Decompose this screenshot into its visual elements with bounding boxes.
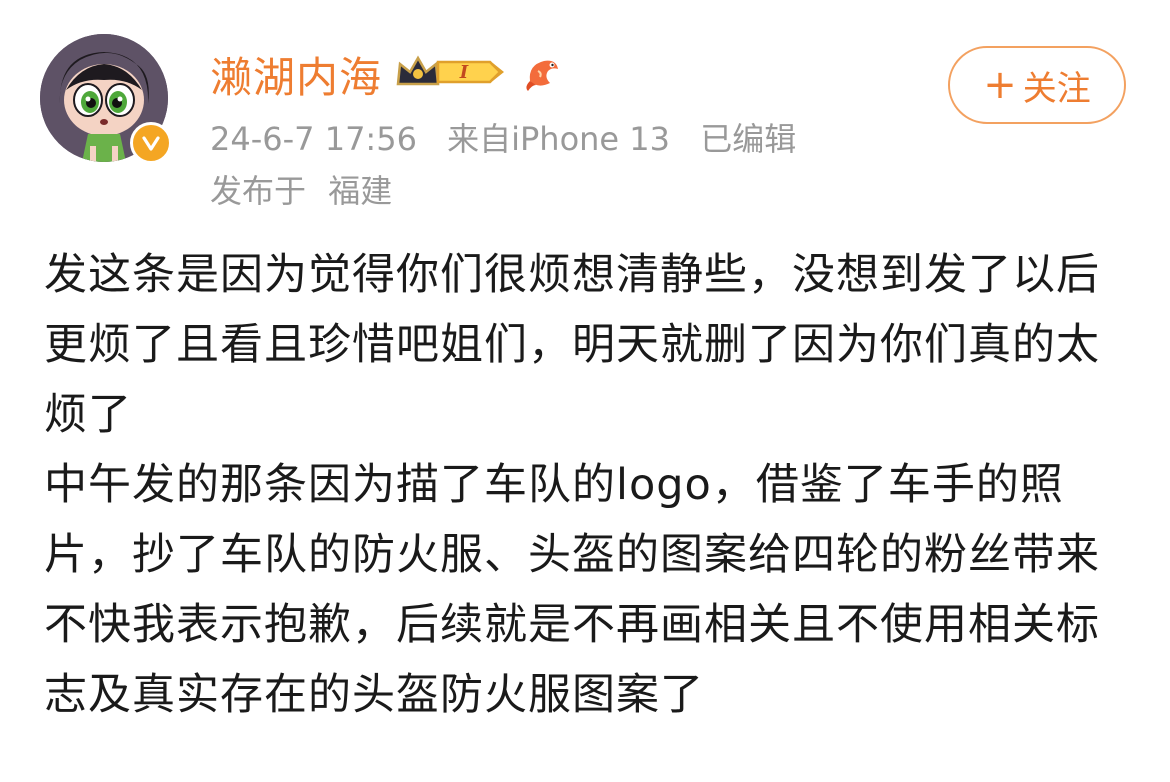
plus-icon: + bbox=[983, 62, 1017, 108]
post-meta: 24-6-7 17:56 来自iPhone 13 已编辑 bbox=[210, 114, 796, 160]
name-row: 濑湖内海 I bbox=[210, 46, 564, 102]
location-name: 福建 bbox=[328, 172, 393, 210]
follow-button[interactable]: + 关注 bbox=[948, 46, 1126, 124]
post-content: 发这条是因为觉得你们很烦想清静些，没想到发了以后更烦了且看且珍惜吧姐们，明天就删… bbox=[44, 240, 1134, 730]
post-timestamp: 24-6-7 17:56 bbox=[210, 120, 417, 158]
post-paragraph: 中午发的那条因为描了车队的logo，借鉴了车手的照片，抄了车队的防火服、头盔的图… bbox=[44, 460, 1100, 720]
avatar-container[interactable] bbox=[40, 34, 172, 164]
username[interactable]: 濑湖内海 bbox=[210, 44, 382, 105]
post-paragraph: 发这条是因为觉得你们很烦想清静些，没想到发了以后更烦了且看且珍惜吧姐们，明天就删… bbox=[44, 250, 1100, 440]
post-location: 发布于 福建 bbox=[210, 166, 392, 212]
follow-label: 关注 bbox=[1022, 68, 1091, 109]
location-prefix: 发布于 bbox=[210, 172, 307, 210]
koi-fish-icon[interactable] bbox=[522, 51, 564, 97]
crown-vip-icon[interactable]: I bbox=[394, 52, 510, 96]
edited-label[interactable]: 已编辑 bbox=[700, 120, 796, 158]
level-badge-icon: I bbox=[459, 62, 469, 83]
post-source: 来自iPhone 13 bbox=[447, 120, 671, 158]
verified-icon bbox=[130, 122, 172, 164]
